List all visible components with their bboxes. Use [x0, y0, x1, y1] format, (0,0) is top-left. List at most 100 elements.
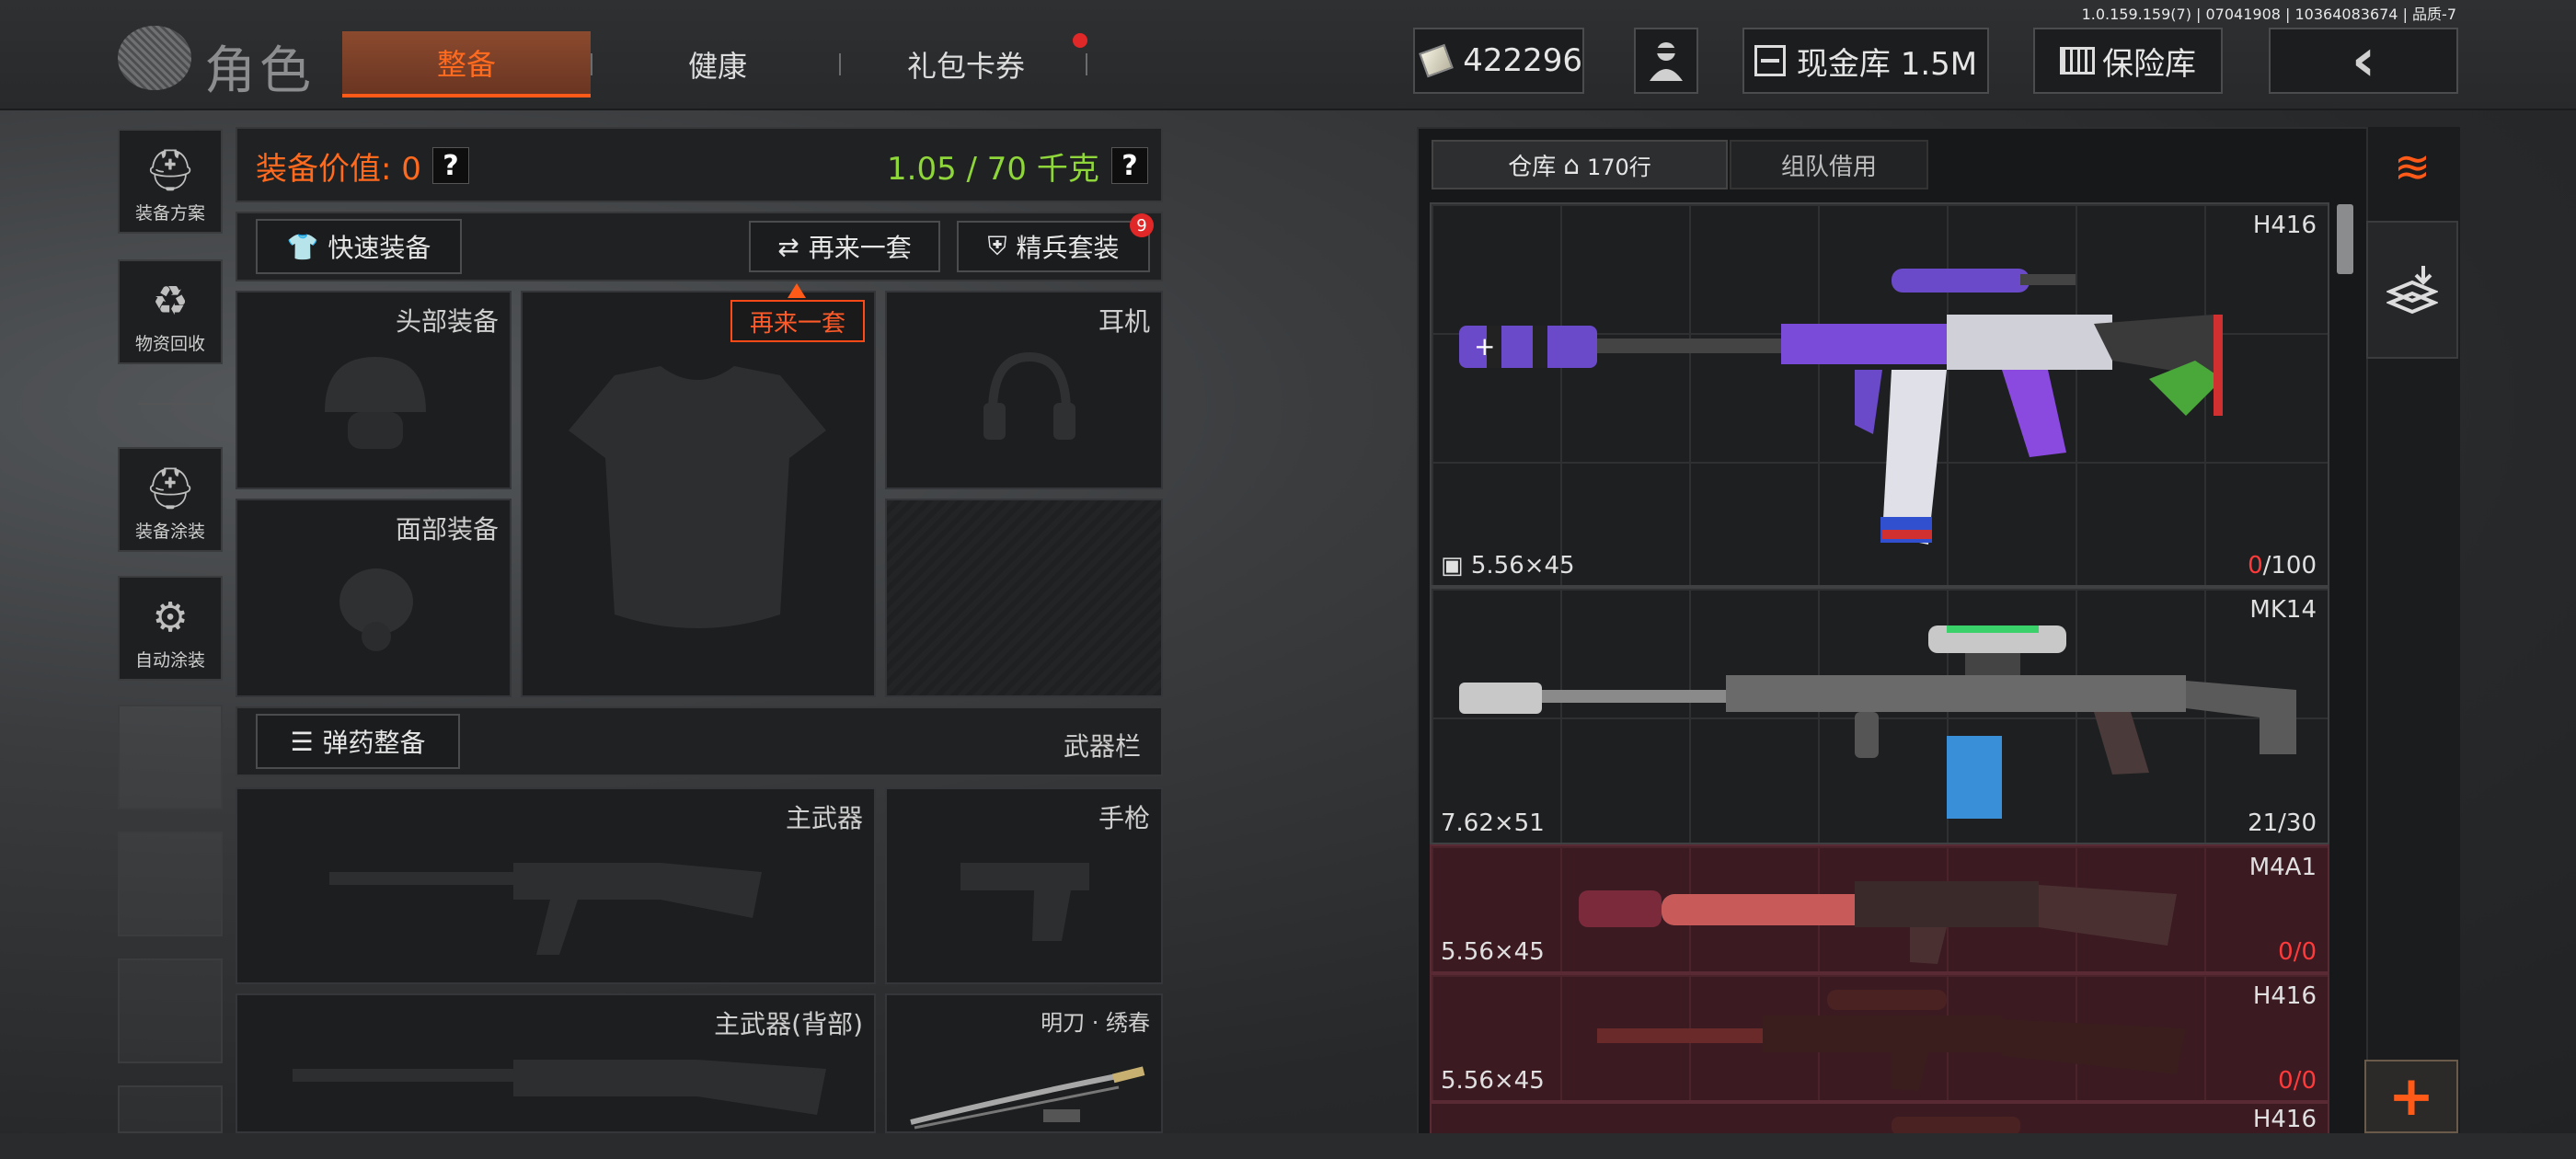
ammo-type: 5.56×45 [1441, 938, 1545, 966]
layers-download-icon [2386, 266, 2438, 315]
tab-team-borrow[interactable]: 组队借用 [1730, 140, 1928, 189]
locked-slot [885, 499, 1163, 697]
primary-weapon-back-slot[interactable]: 主武器(背部) [236, 993, 876, 1133]
tab-loadout-label: 整备 [436, 47, 496, 82]
chevron-left-icon: ‹ [2351, 27, 2376, 95]
equipment-skin-button[interactable]: ⛑ 装备涂装 [118, 447, 223, 552]
quick-equip-label: 快速装备 [328, 233, 431, 263]
operator-icon [1650, 42, 1683, 81]
tab-warehouse[interactable]: 仓库 ⌂ 170行 [1432, 140, 1728, 189]
ammo-current: 0 [2278, 938, 2294, 966]
h416-rifle-image: + [1459, 269, 2223, 545]
recycle-label: 物资回收 [134, 334, 205, 354]
tab-gift-coupons-label: 礼包卡券 [906, 49, 1025, 84]
tab-gift-coupons[interactable]: 礼包卡券 [874, 31, 1058, 98]
armor-slot[interactable] [521, 291, 876, 697]
auto-skin-label: 自动涂装 [134, 650, 205, 671]
rifle-silhouette-icon [293, 1060, 826, 1115]
face-gear-slot[interactable]: 面部装备 [236, 499, 512, 697]
ammo-type: 5.56×45 [1441, 1067, 1545, 1095]
ammo-max: /30 [2278, 809, 2317, 837]
sort-button[interactable] [2366, 221, 2458, 359]
cash-vault-button[interactable]: 现金库 1.5M [1742, 28, 1989, 94]
ammo-equip-label: 弹药整备 [322, 728, 426, 758]
weapon-name: M4A1 [2248, 854, 2317, 881]
weapon-name: H416 [2252, 982, 2317, 1010]
svg-text:+: + [1474, 331, 1495, 361]
warehouse-rows: 170行 [1586, 154, 1651, 180]
tooltip-arrow [788, 283, 806, 298]
layers-refresh-icon[interactable]: ≋ [2383, 138, 2442, 197]
shield-icon: ⛨ [987, 231, 1007, 261]
equipment-value: 装备价值: 0 [256, 151, 421, 188]
notification-dot [1073, 33, 1087, 48]
auto-skin-button[interactable]: ⚙ 自动涂装 [118, 576, 223, 681]
tab-health[interactable]: 健康 [626, 31, 810, 98]
cash-stack-icon [1419, 43, 1455, 78]
sword-icon [910, 1066, 1145, 1130]
page-title: 角色 [204, 41, 315, 101]
list-item[interactable]: H416 5.56×45 0/0 [1430, 973, 2329, 1102]
empty-menu-slot[interactable] [118, 958, 223, 1063]
back-button[interactable]: ‹ [2269, 27, 2458, 95]
melee-slot[interactable]: 明刀 · 绣春 [885, 993, 1163, 1133]
elite-set-button[interactable]: ⛨ 精兵套装 [957, 221, 1150, 272]
loadout-plan-button[interactable]: ⛑ 装备方案 [118, 129, 223, 234]
empty-menu-slot[interactable] [118, 1085, 223, 1133]
pistol-silhouette-icon [960, 863, 1089, 941]
again-set-tooltip: 再来一套 [730, 300, 865, 342]
cash-vault-label: 现金库 1.5M [1796, 45, 1978, 83]
ammo-equip-button[interactable]: ☰ 弹药整备 [256, 714, 460, 769]
list-item[interactable]: MK14 7.62×51 21/30 [1430, 587, 2329, 844]
menu-divider [138, 403, 213, 405]
plus-icon: + [2387, 1064, 2435, 1129]
recycle-icon: ♻ [152, 278, 189, 325]
bottom-bar [0, 1133, 2576, 1159]
body-armor-icon [569, 366, 826, 628]
warehouse-scrollbar[interactable] [2337, 204, 2353, 274]
empty-menu-slot[interactable] [118, 705, 223, 809]
list-item[interactable]: M4A1 5.56×45 0/0 [1430, 844, 2329, 973]
ammo-icon: ☰ [290, 726, 314, 757]
primary-weapon-back-label: 主武器(背部) [714, 1009, 863, 1039]
empty-menu-slot[interactable] [118, 832, 223, 936]
equipment-skin-label: 装备涂装 [134, 522, 205, 542]
tab-divider [1086, 53, 1087, 75]
recycle-button[interactable]: ♻ 物资回收 [118, 259, 223, 364]
head-gear-slot[interactable]: 头部装备 [236, 291, 512, 489]
warehouse-tab-label: 仓库 [1508, 153, 1557, 181]
operator-button[interactable] [1634, 28, 1698, 94]
shirt-icon: 👕 [286, 231, 319, 262]
h416-rifle-image [1597, 990, 2186, 1091]
pistol-slot[interactable]: 手枪 [885, 787, 1163, 984]
weight-help-icon[interactable]: ? [1111, 147, 1148, 184]
brush-gear-icon: ⚙ [152, 594, 189, 641]
melee-label: 明刀 · 绣春 [1041, 1010, 1150, 1036]
headset-icon [983, 351, 1075, 440]
ammo-current: 0 [2248, 552, 2263, 580]
again-set-label: 再来一套 [808, 233, 912, 263]
ammo-type-label: 5.56×45 [1470, 552, 1575, 580]
again-set-button[interactable]: ⇄ 再来一套 [749, 221, 940, 272]
tab-divider [591, 53, 592, 75]
add-button[interactable]: + [2364, 1060, 2458, 1133]
elite-set-badge: 9 [1130, 213, 1154, 237]
ammo-count: 21/30 [2248, 809, 2317, 837]
primary-weapon-slot[interactable]: 主武器 [236, 787, 876, 984]
gas-mask-icon [339, 568, 413, 651]
quick-equip-button[interactable]: 👕 快速装备 [256, 219, 462, 274]
home-icon: ⌂ [1563, 149, 1580, 180]
safe-box-button[interactable]: 保险库 [2033, 28, 2223, 94]
weight-display: 1.05 / 70 千克 [887, 151, 1099, 188]
ammo-current: 0 [2278, 1067, 2294, 1095]
headset-slot[interactable]: 耳机 [885, 291, 1163, 489]
team-borrow-label: 组队借用 [1780, 153, 1877, 181]
ammo-type: 7.62×51 [1441, 809, 1545, 837]
weapon-name: H416 [2252, 1106, 2317, 1133]
list-item[interactable]: H416 + ▣ 5.56×45 0/100 [1430, 202, 2329, 587]
loadout-plan-label: 装备方案 [134, 203, 205, 224]
currency-display[interactable]: 422296 [1413, 28, 1584, 94]
value-help-icon[interactable]: ? [432, 147, 469, 184]
tab-loadout[interactable]: 整备 [342, 31, 591, 98]
rifle-silhouette-icon [329, 863, 762, 955]
